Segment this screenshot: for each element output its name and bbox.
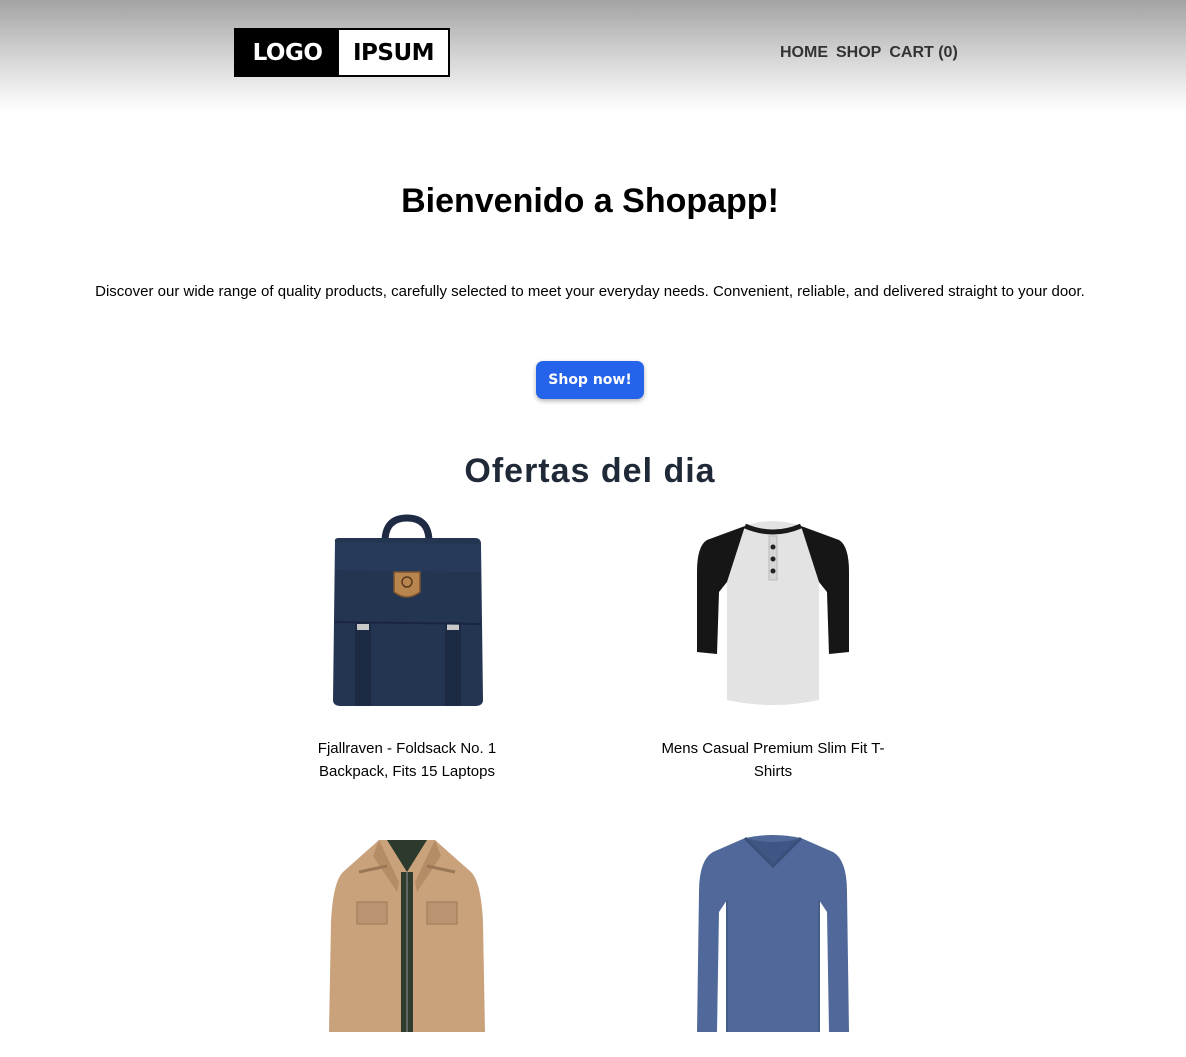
hero-description: Discover our wide range of quality produ… xyxy=(95,283,1085,300)
hero-title: Bienvenido a Shopapp! xyxy=(401,182,779,220)
longsleeve-image[interactable] xyxy=(653,832,893,1032)
shop-now-button[interactable]: Shop now! xyxy=(536,361,644,399)
logo-part-2: IPSUM xyxy=(352,39,435,66)
product-card[interactable] xyxy=(287,832,527,1057)
nav-shop-link[interactable]: SHOP xyxy=(836,44,881,62)
site-header: LOGO IPSUM HOME SHOP CART (0) xyxy=(0,0,1186,112)
offers-title: Ofertas del dia xyxy=(464,452,716,490)
product-card[interactable]: Fjallraven - Foldsack No. 1 Backpack, Fi… xyxy=(287,512,527,783)
nav-cart-link[interactable]: CART (0) xyxy=(889,44,957,62)
logo[interactable]: LOGO IPSUM xyxy=(234,28,450,77)
product-card[interactable]: Mens Casual Premium Slim Fit T-Shirts xyxy=(653,512,893,783)
product-card[interactable] xyxy=(653,832,893,1057)
backpack-image[interactable] xyxy=(287,512,527,712)
nav-home-link[interactable]: HOME xyxy=(780,44,828,62)
product-name[interactable]: Mens Casual Premium Slim Fit T-Shirts xyxy=(653,737,893,783)
logo-part-1: LOGO xyxy=(236,30,339,75)
product-name[interactable]: Fjallraven - Foldsack No. 1 Backpack, Fi… xyxy=(287,737,527,783)
tshirt-image[interactable] xyxy=(653,512,893,712)
jacket-image[interactable] xyxy=(287,832,527,1032)
main-nav: HOME SHOP CART (0) xyxy=(780,44,958,62)
